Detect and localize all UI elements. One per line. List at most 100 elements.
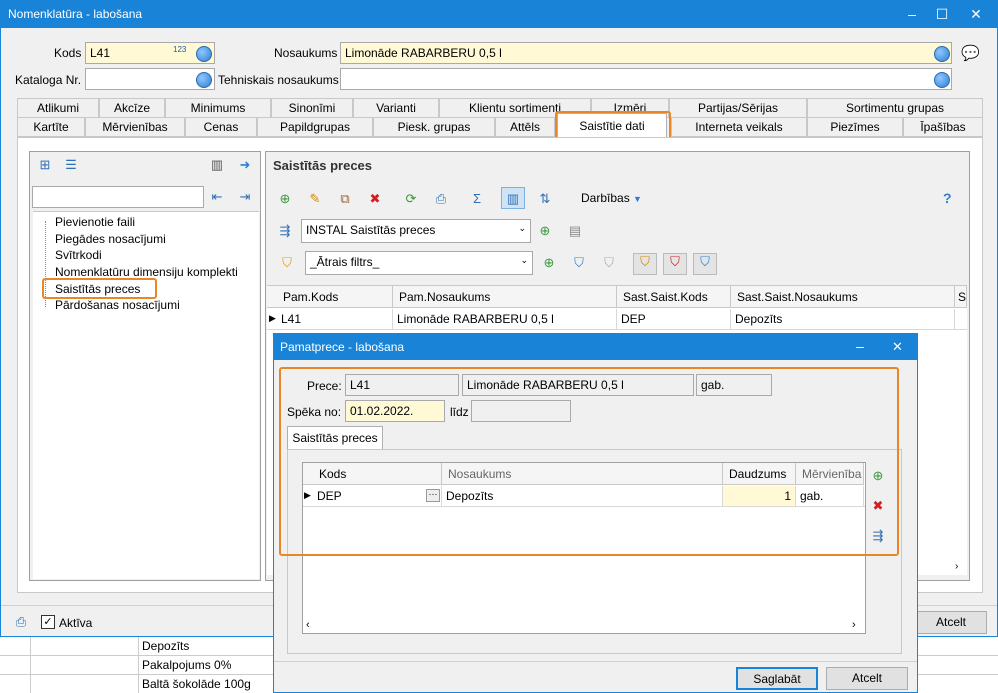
- tree-item-dimensiju-komplekti[interactable]: Nomenklatūru dimensiju komplekti: [55, 265, 238, 279]
- tab-sinonimi[interactable]: Sinonīmi: [271, 98, 353, 118]
- tree-item-svitrkodi[interactable]: Svītrkodi: [55, 248, 102, 262]
- nosaukums-field[interactable]: Limonāde RABARBERU 0,5 l: [340, 42, 952, 64]
- tree-item-pievienotie-faili[interactable]: Pievienotie faili: [55, 215, 135, 229]
- active-label: Aktīva: [59, 616, 93, 630]
- globe-icon[interactable]: [934, 72, 950, 88]
- view-list-icon[interactable]: ▤: [567, 223, 583, 239]
- row-divider: [267, 329, 967, 330]
- dialog-cancel-button[interactable]: Atcelt: [826, 667, 908, 690]
- refresh-icon[interactable]: ⟳: [403, 191, 419, 207]
- tab-piezimes[interactable]: Piezīmes: [807, 117, 903, 137]
- arrow-right-icon[interactable]: ➜: [237, 157, 253, 173]
- main-cancel-button[interactable]: Atcelt: [915, 611, 987, 634]
- bg-line: [138, 637, 139, 693]
- maximize-button[interactable]: ☐: [925, 1, 959, 28]
- bg-list-item: Baltā šokolāde 100g: [142, 677, 251, 691]
- right-panel-title: Saistītās preces: [273, 158, 373, 173]
- filter-select[interactable]: _Ātrais filtrs_ ⌄: [305, 251, 533, 275]
- col-pam-nosaukums[interactable]: Pam.Nosaukums: [393, 286, 617, 308]
- view-icon[interactable]: ⇶: [277, 223, 293, 239]
- col-pam-kods[interactable]: Pam.Kods: [277, 286, 393, 308]
- help-icon[interactable]: ?: [943, 190, 952, 206]
- collapse-icon[interactable]: ⇤: [209, 189, 225, 205]
- globe-icon[interactable]: [934, 46, 950, 62]
- highlight-box: [279, 367, 899, 556]
- nosaukums-value: Limonāde RABARBERU 0,5 l: [345, 46, 502, 60]
- tree-expand-icon[interactable]: ⊞: [37, 157, 53, 173]
- tehn-field[interactable]: [340, 68, 952, 90]
- add-filter-icon[interactable]: ⊕: [541, 255, 557, 271]
- scroll-right-icon[interactable]: ›: [852, 619, 856, 631]
- col-sast-saist-kods[interactable]: Sast.Saist.Kods: [617, 286, 731, 308]
- filter-icon[interactable]: ⛉: [279, 255, 295, 271]
- dialog-title: Pamatprece - labošana: [280, 340, 405, 354]
- tab-varianti[interactable]: Varianti: [353, 98, 439, 118]
- dialog-close-button[interactable]: ✕: [892, 339, 903, 355]
- actions-menu[interactable]: Darbības ▼: [581, 191, 642, 205]
- row-pointer-icon: ▶: [269, 313, 276, 323]
- chat-icon[interactable]: 💬: [961, 46, 980, 62]
- col-s[interactable]: S: [955, 286, 967, 308]
- scroll-right-icon[interactable]: ›: [955, 561, 958, 572]
- chevron-down-icon: ⌄: [518, 223, 526, 233]
- tree-item-piegades-nosacijumi[interactable]: Piegādes nosacījumi: [55, 232, 166, 246]
- edit-icon[interactable]: ✎: [307, 191, 323, 207]
- copy-icon[interactable]: ⧉: [337, 191, 353, 207]
- kods-label: Kods: [54, 46, 82, 60]
- scroll-left-icon[interactable]: ‹: [306, 619, 310, 631]
- globe-icon[interactable]: [196, 46, 212, 62]
- print-icon[interactable]: ⎙: [13, 614, 29, 630]
- tab-attels[interactable]: Attēls: [495, 117, 555, 137]
- tree-search-input[interactable]: [32, 186, 204, 208]
- list-icon[interactable]: ☰: [63, 157, 79, 173]
- tab-ipasibas[interactable]: Īpašības: [903, 117, 983, 137]
- tree-item-pardosanas-nosacijumi[interactable]: Pārdošanas nosacījumi: [55, 298, 180, 312]
- numbering-icon[interactable]: 123: [173, 45, 186, 54]
- tab-mervienibas[interactable]: Mērvienības: [85, 117, 185, 137]
- tab-atlikumi[interactable]: Atlikumi: [17, 98, 99, 118]
- save-button[interactable]: Saglabāt: [736, 667, 818, 690]
- filter-remove-icon[interactable]: ⛉: [663, 253, 687, 275]
- add-view-icon[interactable]: ⊕: [537, 223, 553, 239]
- grid-view-icon[interactable]: ▥: [501, 187, 525, 209]
- cell-pam-kods[interactable]: L41: [277, 309, 393, 329]
- highlight-box: [42, 278, 157, 299]
- view-select[interactable]: INSTAL Saistītās preces ⌄: [301, 219, 531, 243]
- filter-edit-icon[interactable]: ⛉: [633, 253, 657, 275]
- chevron-down-icon: ⌄: [520, 255, 528, 265]
- cell-sast-nosaukums[interactable]: Depozīts: [731, 309, 955, 329]
- print-icon[interactable]: ⎙: [433, 191, 449, 207]
- close-button[interactable]: ✕: [959, 1, 993, 28]
- chevron-down-icon: ▼: [633, 194, 642, 204]
- columns-icon[interactable]: ▥: [209, 157, 225, 173]
- tab-piesk-grupas[interactable]: Piesk. grupas: [373, 117, 495, 137]
- col-sast-saist-nosaukums[interactable]: Sast.Saist.Nosaukums: [731, 286, 955, 308]
- minimize-button[interactable]: –: [895, 1, 929, 28]
- view-select-value: INSTAL Saistītās preces: [306, 223, 436, 237]
- globe-icon[interactable]: [196, 72, 212, 88]
- funnel-icon[interactable]: ⛉: [571, 255, 587, 271]
- tab-minimums[interactable]: Minimums: [165, 98, 271, 118]
- dialog-title-bar: Pamatprece - labošana – ✕: [274, 334, 917, 360]
- tab-akcize[interactable]: Akcīze: [99, 98, 165, 118]
- funnel-clear-icon[interactable]: ⛉: [601, 255, 617, 271]
- sort-icon[interactable]: ⇅: [537, 191, 553, 207]
- dialog-minimize-button[interactable]: –: [856, 338, 864, 354]
- tab-interneta-veikals[interactable]: Interneta veikals: [671, 117, 807, 137]
- kataloga-label: Kataloga Nr.: [15, 73, 82, 87]
- tehn-label: Tehniskais nosaukums: [218, 73, 339, 87]
- filter-advanced-icon[interactable]: ⛉: [693, 253, 717, 275]
- cell-sast-kods[interactable]: DEP: [617, 309, 731, 329]
- sum-icon[interactable]: Σ: [469, 191, 485, 207]
- tab-sortimentu-grupas[interactable]: Sortimentu grupas: [807, 98, 983, 118]
- add-icon[interactable]: ⊕: [277, 191, 293, 207]
- delete-icon[interactable]: ✖: [367, 191, 383, 207]
- window-title: Nomenklatūra - labošana: [8, 7, 143, 21]
- active-checkbox[interactable]: ✓: [41, 615, 55, 629]
- expand-icon[interactable]: ⇥: [237, 189, 253, 205]
- cell-pam-nosaukums[interactable]: Limonāde RABARBERU 0,5 l: [393, 309, 617, 329]
- tab-kartite[interactable]: Kartīte: [17, 117, 85, 137]
- tab-papildgrupas[interactable]: Papildgrupas: [257, 117, 373, 137]
- tab-partijas-serijas[interactable]: Partijas/Sērijas: [669, 98, 807, 118]
- tab-cenas[interactable]: Cenas: [185, 117, 257, 137]
